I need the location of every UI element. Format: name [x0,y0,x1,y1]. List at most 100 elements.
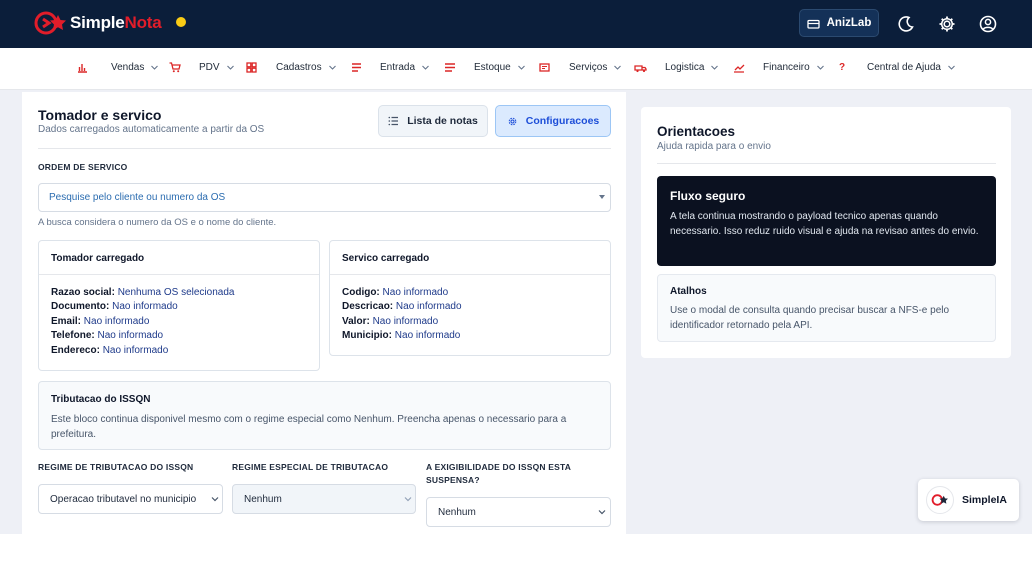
tributacao-text: Este bloco continua disponivel mesmo com… [51,414,567,440]
assistant-button[interactable]: SimpleIA [918,479,1019,521]
exigibilidade-select[interactable]: Nenhum [426,497,611,527]
servico-row: Codigo: Nao informado [342,287,449,298]
tomador-row: Documento: Nao informado [51,301,178,313]
assistant-label: SimpleIA [962,494,1007,506]
tomador-row: Email: Nao informado [51,315,150,327]
servico-card: Servico carregado Codigo: Nao informado … [329,240,611,356]
nav-label: Estoque [474,62,511,73]
tributacao-card: Tributacao do ISSQN Este bloco continua … [38,381,611,450]
main-nav: Vendas PDV Cadastros Entrada Estoque Ser… [0,48,1032,90]
nav-item-vendas[interactable]: Vendas [77,62,159,73]
tributacao-title: Tributacao do ISSQN [51,394,151,405]
chevron-down-icon [711,65,719,70]
nav-label: Central de Ajuda [867,62,941,73]
shortcuts-text: Use o modal de consulta quando precisar … [670,305,950,331]
top-header: SimpleNota AnizLab [0,0,1032,48]
tomador-card: Tomador carregado Razao social: Nenhuma … [38,240,320,371]
nav-label: Financeiro [763,62,810,73]
lines-icon [352,63,361,72]
logo-mark-icon [931,494,948,506]
settings-label: Configuracoes [525,115,600,127]
especial-select[interactable]: Nenhum [232,484,416,514]
safe-flow-card: Fluxo seguro A tela continua mostrando o… [657,176,996,266]
divider [657,163,996,164]
chevron-down-icon [422,65,429,70]
page-title: Tomador e servico [38,107,162,123]
settings-button[interactable]: Configuracoes [495,105,611,137]
trend-icon [734,64,745,73]
regime-value: Operacao tributavel no municipio [50,494,197,505]
logo-mark-icon [34,11,66,35]
chevron-down-icon [517,65,525,70]
nav-label: Cadastros [276,62,322,73]
list-icon [388,116,399,126]
truck-icon [634,65,647,73]
tomador-row: Endereco: Nao informado [51,344,169,356]
nav-label: Logistica [665,62,705,73]
divider [38,148,611,149]
chevron-down-icon [226,65,234,70]
order-hint: A busca considera o numero da OS e o nom… [38,217,277,228]
nav-item-logistica[interactable]: Logistica [634,62,719,73]
tomador-title: Tomador carregado [39,241,319,275]
building-icon [806,19,820,29]
nav-item-estoque[interactable]: Estoque [444,62,526,73]
moon-icon[interactable] [896,14,916,34]
safe-flow-text: A tela continua mostrando o payload tecn… [670,211,979,237]
gear-icon[interactable] [937,14,957,34]
chevron-down-icon [404,497,412,502]
tomador-row: Razao social: Nenhuma OS selecionada [51,287,235,298]
page-subtitle: Dados carregados automaticamente a parti… [38,124,265,135]
status-indicator [176,17,186,27]
logo-text: SimpleNota [70,13,162,33]
gear-icon [508,117,517,125]
guidance-title: Orientacoes [657,124,736,139]
shortcuts-title: Atalhos [670,286,707,297]
regime-select[interactable]: Operacao tributavel no municipio [38,484,223,514]
order-search-placeholder: Pesquise pelo cliente ou numero da OS [49,192,226,203]
cart-icon [169,62,181,73]
regime-label: REGIME DE TRIBUTACAO DO ISSQN [38,462,194,472]
exigibilidade-value: Nenhum [438,507,476,518]
chevron-down-icon [598,510,606,515]
especial-label: REGIME ESPECIAL DE TRIBUTACAO [232,462,389,472]
chevron-down-icon [211,497,219,502]
exigibilidade-label: A EXIGIBILIDADE DO ISSQN ESTA SUSPENSA? [426,462,571,485]
servico-row: Valor: Nao informado [342,315,439,327]
order-search-select[interactable]: Pesquise pelo cliente ou numero da OS [38,183,611,212]
ticket-icon [539,63,550,72]
safe-flow-title: Fluxo seguro [670,189,746,203]
servico-title: Servico carregado [330,241,610,275]
shortcuts-card: Atalhos Use o modal de consulta quando p… [657,274,996,342]
chevron-down-icon [151,65,159,70]
logo-prefix: Simple [70,13,125,32]
chevron-down-icon [816,65,824,70]
nav-label: Entrada [380,62,416,73]
list-notes-label: Lista de notas [407,115,478,127]
logo-accent: Nota [124,13,162,32]
chevron-down-icon [328,65,336,70]
nav-item-entrada[interactable]: Entrada [351,62,430,73]
company-name: AnizLab [826,17,872,29]
chevron-down-icon [614,65,622,70]
especial-value: Nenhum [244,494,282,505]
nav-item-financeiro[interactable]: Financeiro [733,62,825,73]
company-button[interactable]: AnizLab [799,9,879,37]
logo[interactable]: SimpleNota [34,10,162,36]
servico-row: Descricao: Nao informado [342,301,462,313]
nav-item-cadastros[interactable]: Cadastros [246,62,337,73]
nav-label: Serviços [569,62,608,73]
nav-item-pdv[interactable]: PDV [169,62,235,73]
nav-label: PDV [199,62,220,73]
tomador-row: Telefone: Nao informado [51,330,164,342]
servico-row: Municipio: Nao informado [342,330,461,342]
assistant-avatar [926,486,954,514]
nav-item-central-de-ajuda[interactable]: ? Central de Ajuda [839,62,956,73]
question-icon: ? [839,62,846,73]
nav-item-servicos[interactable]: Serviços [539,62,622,73]
user-circle-icon[interactable] [978,14,998,34]
order-label: ORDEM DE SERVICO [38,162,128,172]
list-notes-button[interactable]: Lista de notas [378,105,488,137]
guidance-subtitle: Ajuda rapida para o envio [657,141,771,152]
grid-icon [246,62,257,73]
